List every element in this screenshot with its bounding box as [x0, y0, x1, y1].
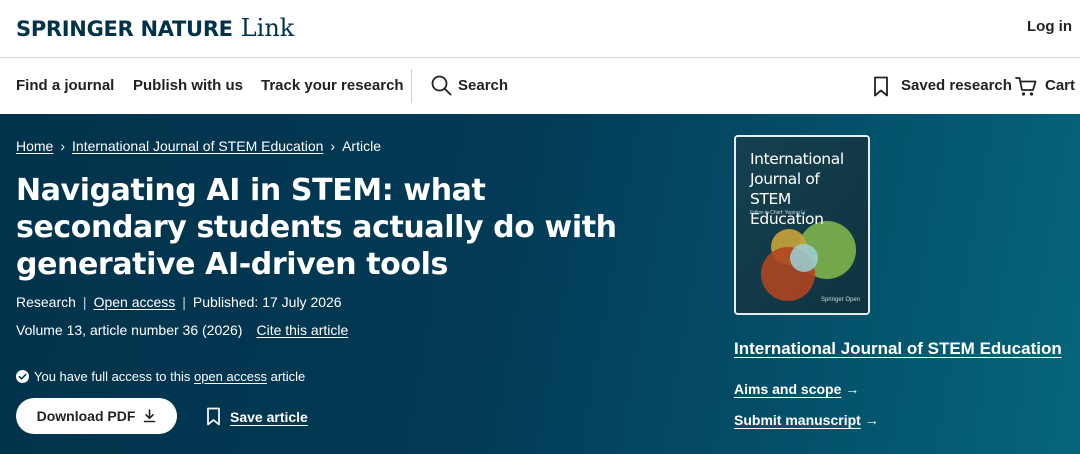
- journal-name-link[interactable]: International Journal of STEM Education: [734, 339, 1062, 359]
- brand-main: SPRINGER NATURE: [16, 17, 233, 41]
- article-meta: Research | Open access | Published: 17 July …: [16, 294, 342, 310]
- breadcrumb-home[interactable]: Home: [16, 138, 53, 154]
- save-article-label: Save article: [230, 408, 308, 425]
- open-access-link[interactable]: Open access: [94, 294, 176, 310]
- nav-find-journal[interactable]: Find a journal: [16, 77, 114, 94]
- nav-divider: [411, 69, 412, 103]
- cover-editor: Editor-in-Chief: Yeping Li: [750, 210, 806, 216]
- bookmark-icon: [874, 76, 888, 97]
- search-icon: [431, 75, 452, 96]
- published-date: Published: 17 July 2026: [192, 294, 342, 310]
- download-icon: [144, 409, 156, 423]
- cover-brand: Springer Open: [820, 297, 860, 303]
- submit-manuscript-link[interactable]: Submit manuscript →: [734, 412, 879, 428]
- saved-research-label: Saved research: [901, 77, 1012, 94]
- breadcrumb: Home › International Journal of STEM Educa…: [16, 138, 381, 154]
- site-header: SPRINGER NATURE Link Log in: [0, 0, 1080, 58]
- cart-link[interactable]: Cart: [1015, 76, 1075, 98]
- download-pdf-label: Download PDF: [36, 408, 136, 424]
- article-title: Navigating AI in STEM: what secondary st…: [16, 173, 617, 282]
- arrow-right-icon: →: [864, 412, 879, 428]
- breadcrumb-current: Article: [342, 138, 381, 154]
- login-link[interactable]: Log in: [1027, 18, 1072, 35]
- search-label: Search: [458, 77, 509, 94]
- nav-track-research[interactable]: Track your research: [261, 77, 404, 94]
- brand-link: Link: [240, 14, 295, 42]
- volume-info: Volume 13, article number 36 (2026): [16, 322, 243, 338]
- bookmark-icon: [207, 407, 220, 426]
- access-note-prefix: You have full access to this: [34, 369, 191, 384]
- journal-cover[interactable]: International Journal of STEM Education …: [734, 135, 870, 315]
- article-citation-info: Volume 13, article number 36 (2026) Cite …: [16, 322, 348, 338]
- save-article-button[interactable]: Save article: [206, 407, 308, 426]
- cart-icon: [1015, 77, 1037, 96]
- access-note: You have full access to this open access…: [16, 369, 305, 384]
- check-circle-icon: [16, 370, 29, 383]
- arrow-right-icon: →: [845, 381, 860, 397]
- chevron-right-icon: ›: [60, 138, 66, 154]
- breadcrumb-journal[interactable]: International Journal of STEM Education: [72, 138, 323, 154]
- access-note-suffix: article: [270, 369, 306, 384]
- search-button[interactable]: Search: [431, 75, 511, 97]
- main-nav: Find a journal Publish with us Track you…: [0, 58, 1080, 114]
- cite-article-link[interactable]: Cite this article: [256, 322, 348, 338]
- cover-title: International Journal of STEM Education: [750, 150, 844, 228]
- article-type: Research: [16, 294, 76, 310]
- cart-label: Cart: [1045, 77, 1076, 94]
- nav-publish[interactable]: Publish with us: [133, 77, 243, 94]
- chevron-right-icon: ›: [330, 138, 336, 154]
- access-note-link[interactable]: open access: [194, 369, 267, 384]
- springer-nature-link-logo[interactable]: SPRINGER NATURE Link: [16, 14, 294, 42]
- aims-scope-link[interactable]: Aims and scope →: [734, 381, 859, 397]
- article-hero: Home › International Journal of STEM Educa…: [0, 114, 1080, 454]
- saved-research-link[interactable]: Saved research: [873, 76, 1012, 98]
- download-pdf-button[interactable]: Download PDF: [16, 398, 177, 434]
